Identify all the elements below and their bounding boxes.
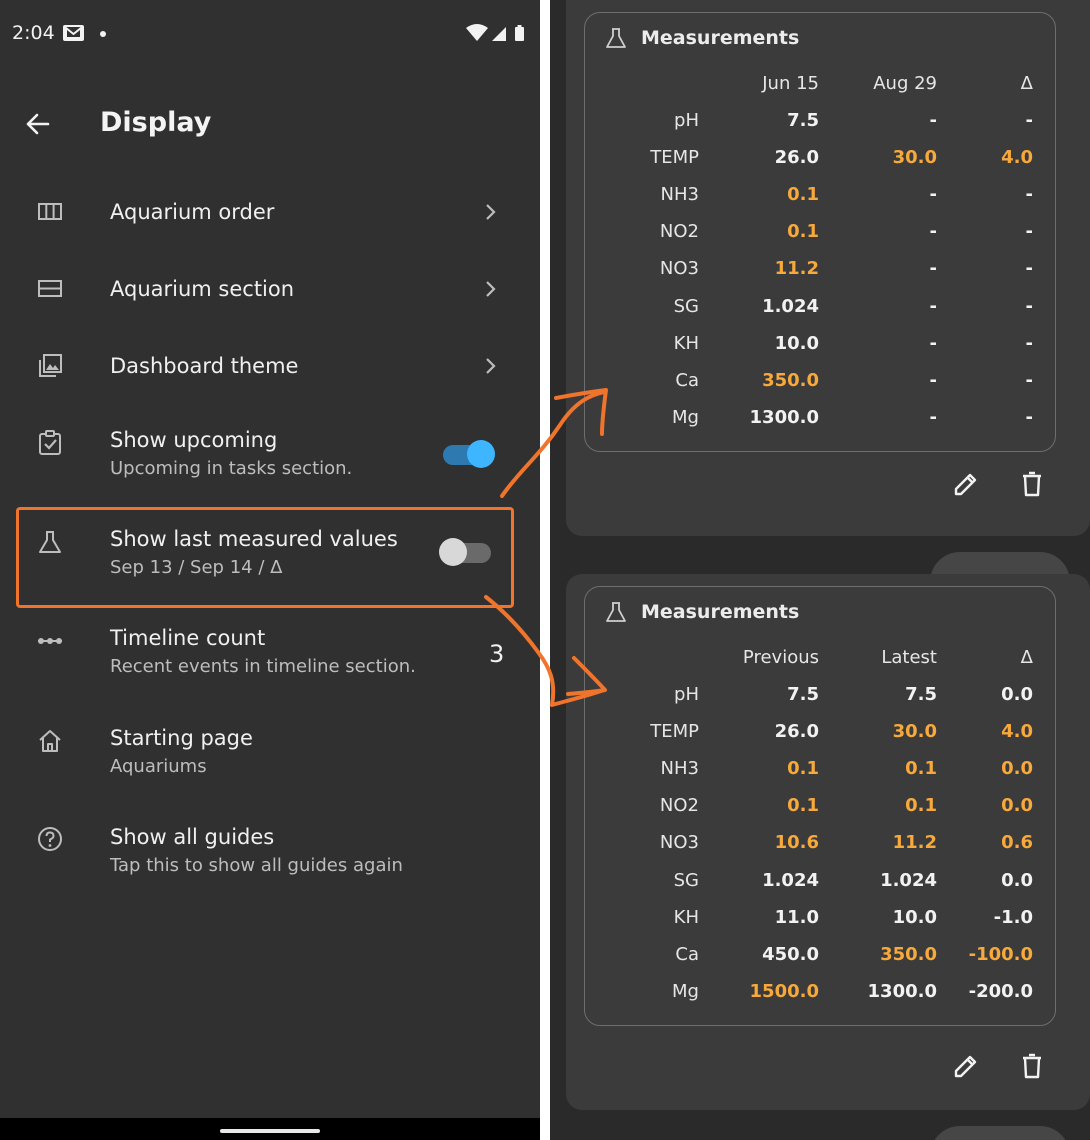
annotation-arrows bbox=[484, 388, 608, 707]
annotation-arrow-upper bbox=[500, 388, 608, 498]
annotation-arrow-lower bbox=[484, 595, 607, 707]
